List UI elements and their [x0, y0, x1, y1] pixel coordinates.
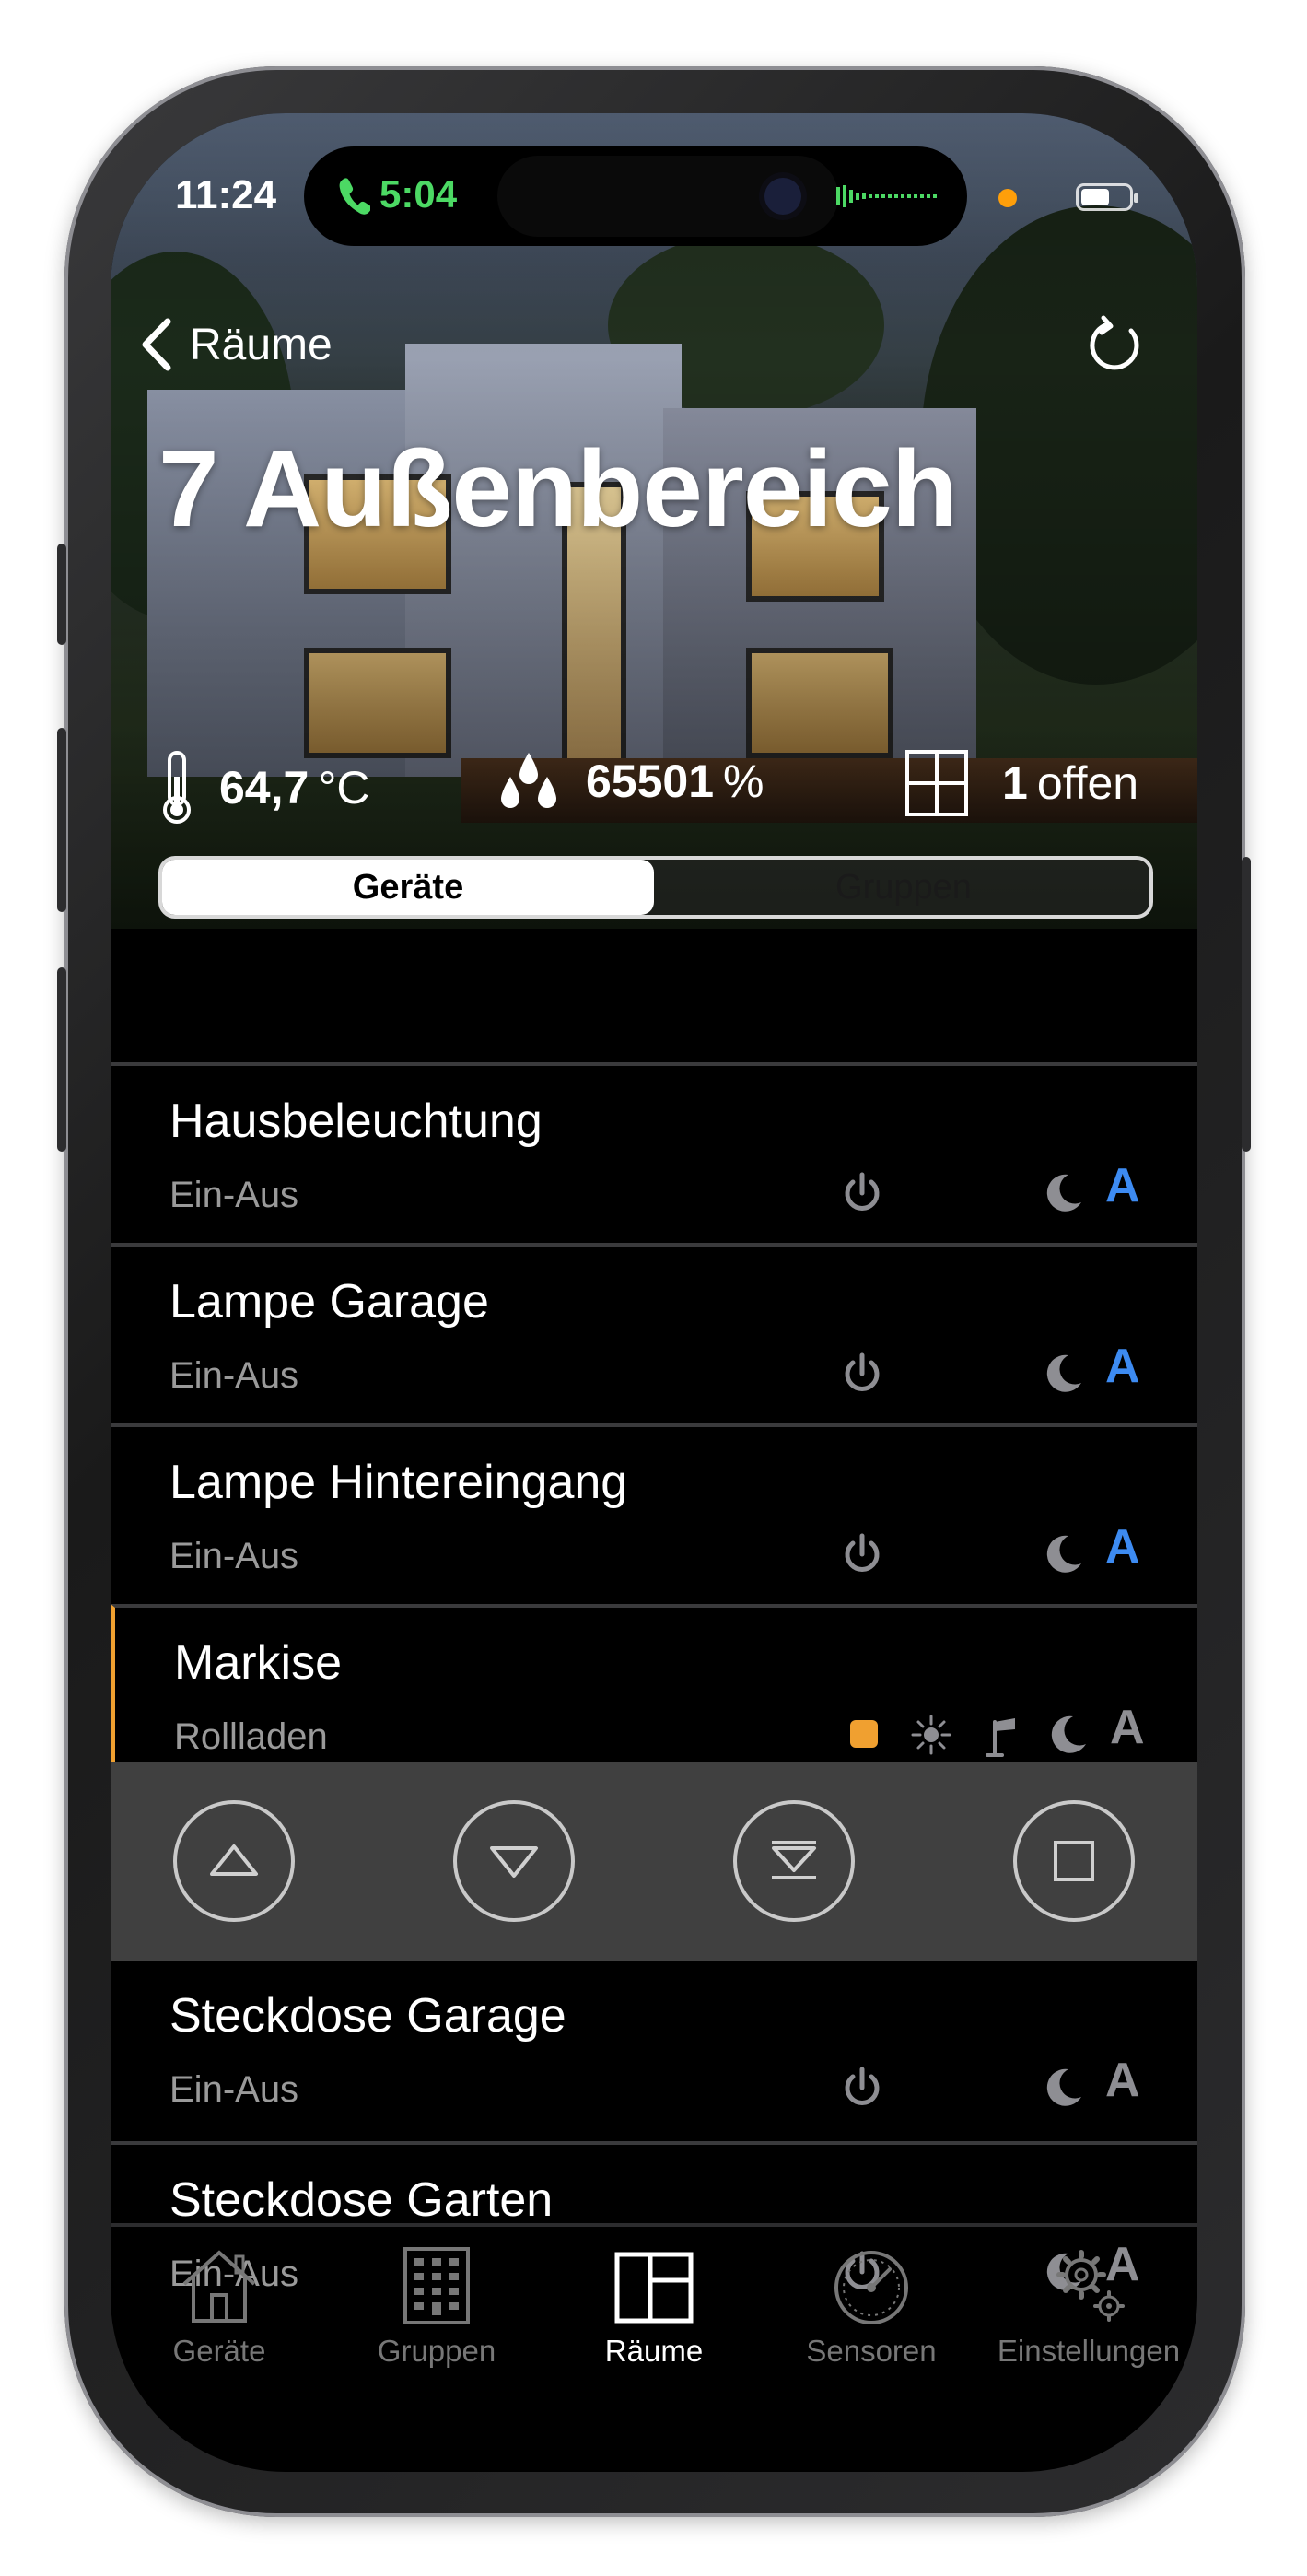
status-time: 11:24: [175, 172, 277, 217]
volume-down-button: [57, 967, 66, 1152]
screen: 11:24 5:04 Räume 7 Außenbereich 64,7 °C …: [111, 113, 1197, 2472]
sun-icon[interactable]: [909, 1713, 953, 1757]
triangle-down-bar-icon: [772, 1841, 816, 1879]
device-name: Markise: [174, 1636, 343, 1690]
power-icon[interactable]: [840, 1532, 884, 1576]
tab-label: Räume: [604, 2334, 704, 2368]
device-name: Steckdose Garten: [169, 2173, 554, 2227]
room-stats: 64,7 °C 65501 % 1 offen: [111, 749, 1197, 832]
tab-groups[interactable]: Gruppen: [328, 2242, 545, 2369]
gauge-icon: [834, 2251, 908, 2324]
device-name: Hausbeleuchtung: [169, 1095, 543, 1148]
back-button-label: Räume: [190, 320, 333, 369]
list-item-selected[interactable]: Markise Rollladen A: [111, 1604, 1197, 1785]
auto-mode-indicator[interactable]: A: [1105, 1158, 1140, 1213]
wind-icon[interactable]: [976, 1713, 1021, 1757]
moon-icon[interactable]: [1045, 1713, 1090, 1757]
tab-bar: Geräte Gruppen Räume Sensoren Einstellun…: [111, 2223, 1197, 2389]
temperature-value: 64,7: [219, 762, 309, 814]
refresh-icon[interactable]: [1085, 314, 1146, 375]
shutter-up-button[interactable]: [173, 1800, 295, 1922]
shutter-control-panel: [111, 1762, 1197, 1961]
house-icon: [182, 2250, 256, 2323]
window-stat: 1 offen: [904, 749, 1138, 817]
segmented-control: Geräte Gruppen: [158, 856, 1153, 919]
auto-mode-indicator[interactable]: A: [1105, 1339, 1140, 1394]
segment-devices[interactable]: Geräte: [162, 860, 654, 915]
device-type: Rollladen: [174, 1716, 328, 1757]
tab-devices[interactable]: Geräte: [111, 2242, 328, 2369]
moon-icon[interactable]: [1041, 2066, 1085, 2110]
list-item[interactable]: Hausbeleuchtung Ein-Aus A: [111, 1062, 1197, 1243]
building-icon: [403, 2247, 470, 2324]
shutter-down-button[interactable]: [453, 1800, 575, 1922]
device-name: Lampe Hintereingang: [169, 1456, 628, 1509]
humidity-stat: 65501 %: [496, 749, 764, 814]
moon-icon[interactable]: [1041, 1532, 1085, 1576]
tab-label: Einstellungen: [997, 2334, 1181, 2368]
phone-call-icon: [339, 178, 370, 215]
triangle-down-icon: [490, 1846, 538, 1878]
device-name: Steckdose Garage: [169, 1989, 566, 2043]
auto-mode-indicator[interactable]: A: [1105, 1519, 1140, 1575]
stop-status-icon: [850, 1720, 878, 1748]
list-item[interactable]: Lampe Garage Ein-Aus A: [111, 1243, 1197, 1423]
tab-sensors[interactable]: Sensoren: [763, 2242, 980, 2369]
power-button: [1242, 857, 1251, 1152]
device-type: Ein-Aus: [169, 1355, 299, 1396]
tab-rooms[interactable]: Räume: [545, 2242, 763, 2369]
privacy-indicator-icon: [998, 189, 1017, 207]
volume-up-button: [57, 728, 66, 912]
moon-icon[interactable]: [1041, 1171, 1085, 1215]
back-button[interactable]: Räume: [138, 316, 333, 373]
shutter-stop-button[interactable]: [1013, 1800, 1135, 1922]
power-icon[interactable]: [840, 1352, 884, 1396]
device-type: Ein-Aus: [169, 1536, 299, 1576]
segment-groups[interactable]: Gruppen: [658, 860, 1149, 915]
call-duration: 5:04: [379, 172, 458, 216]
dynamic-island: 5:04: [304, 146, 967, 246]
device-type: Ein-Aus: [169, 2069, 299, 2110]
list-item[interactable]: Lampe Hintereingang Ein-Aus A: [111, 1423, 1197, 1604]
camera-icon: [764, 178, 801, 215]
gears-icon: [1056, 2250, 1125, 2322]
water-drops-icon: [501, 753, 556, 808]
auto-mode-indicator[interactable]: A: [1110, 1700, 1145, 1755]
power-icon[interactable]: [840, 2066, 884, 2110]
page-title: 7 Außenbereich: [158, 428, 958, 550]
tab-label: Geräte: [172, 2334, 266, 2368]
humidity-value: 65501: [586, 755, 715, 807]
temperature-stat: 64,7 °C: [155, 749, 369, 826]
temperature-unit: °C: [318, 762, 370, 814]
tab-label: Gruppen: [377, 2334, 496, 2368]
window-icon: [905, 750, 968, 816]
device-name: Lampe Garage: [169, 1275, 489, 1329]
thermometer-icon: [163, 751, 191, 824]
square-stop-icon: [1054, 1841, 1094, 1881]
power-icon[interactable]: [840, 1171, 884, 1215]
chevron-left-icon: [142, 318, 171, 371]
device-type: Ein-Aus: [169, 1175, 299, 1215]
tab-settings[interactable]: Einstellungen: [980, 2242, 1197, 2369]
shutter-position-button[interactable]: [733, 1800, 855, 1922]
auto-mode-indicator[interactable]: A: [1105, 2053, 1140, 2108]
window-count: 1: [1002, 757, 1028, 809]
audio-wave-icon: [836, 185, 937, 207]
action-button: [57, 544, 66, 645]
battery-icon: [1076, 183, 1138, 211]
moon-icon[interactable]: [1041, 1352, 1085, 1396]
list-item[interactable]: Steckdose Garage Ein-Aus A: [111, 1961, 1197, 2141]
triangle-up-icon: [210, 1844, 258, 1876]
tab-label: Sensoren: [806, 2334, 937, 2368]
window-label: offen: [1036, 757, 1139, 809]
humidity-unit: %: [723, 755, 764, 807]
rooms-icon: [614, 2252, 694, 2324]
